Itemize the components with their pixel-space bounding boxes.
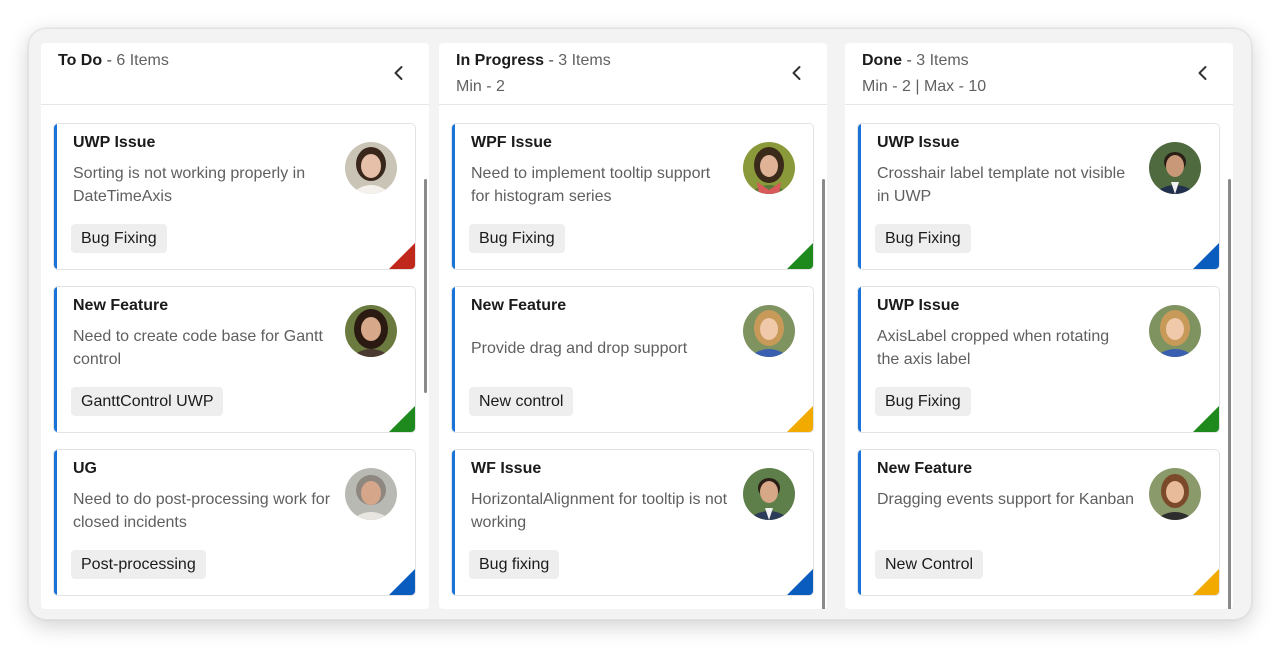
kanban-card[interactable]: WF Issue HorizontalAlignment for tooltip… [451, 449, 814, 596]
card-accent-bar [54, 124, 57, 269]
card-tag[interactable]: Bug Fixing [875, 224, 971, 253]
card-accent-bar [54, 450, 57, 595]
card-title: UWP Issue [877, 134, 960, 151]
woman-auburn-avatar [1149, 468, 1201, 520]
card-accent-bar [452, 287, 455, 432]
card-accent-bar [54, 287, 57, 432]
column-limits: Min - 2 [456, 78, 505, 95]
priority-indicator [1193, 406, 1219, 432]
card-tag[interactable]: New Control [875, 550, 984, 579]
card-accent-bar [452, 124, 455, 269]
card-description: HorizontalAlignment for tooltip is not w… [471, 491, 728, 531]
kanban-window: To Do - 6 Items UWP Issue Sorting is not… [28, 28, 1252, 620]
kanban-card[interactable]: New Feature Dragging events support for … [857, 449, 1220, 596]
kanban-board: To Do - 6 Items UWP Issue Sorting is not… [41, 43, 1241, 609]
column-title-separator: - [102, 52, 117, 69]
card-accent-bar [858, 450, 861, 595]
card-list: WPF Issue Need to implement tooltip supp… [439, 106, 827, 609]
card-accent-bar [452, 450, 455, 595]
woman-brunette-avatar [345, 142, 397, 194]
column-title-row: Done - 3 Items [862, 52, 969, 70]
card-description: Provide drag and drop support [471, 340, 688, 357]
card-tag[interactable]: Post-processing [71, 550, 206, 579]
priority-indicator [787, 569, 813, 595]
priority-indicator [1193, 569, 1219, 595]
column-title: In Progress [456, 52, 545, 69]
card-accent-bar [858, 124, 861, 269]
chevron-left-icon[interactable] [387, 61, 411, 85]
card-description: Crosshair label template not visible in … [877, 165, 1126, 205]
column-title-row: To Do - 6 Items [58, 52, 169, 70]
card-title: New Feature [471, 297, 567, 314]
woman-blonde-avatar [743, 305, 795, 357]
card-description: Sorting is not working properly in DateT… [73, 165, 306, 205]
card-tag[interactable]: Bug Fixing [71, 224, 167, 253]
column-title-separator: - [902, 52, 917, 69]
card-list: UWP Issue Sorting is not working properl… [41, 106, 429, 609]
column-item-count: 3 Items [558, 52, 611, 69]
woman-gray-hair-avatar [345, 468, 397, 520]
kanban-card[interactable]: UWP Issue Sorting is not working properl… [53, 123, 416, 270]
card-accent-bar [858, 287, 861, 432]
card-description: Need to create code base for Gantt contr… [73, 328, 323, 368]
card-title: New Feature [877, 460, 973, 477]
card-tag[interactable]: Bug Fixing [469, 224, 565, 253]
kanban-card[interactable]: WPF Issue Need to implement tooltip supp… [451, 123, 814, 270]
woman-blonde-avatar [1149, 305, 1201, 357]
card-tag[interactable]: Bug fixing [469, 550, 560, 579]
kanban-card[interactable]: UG Need to do post-processing work for c… [53, 449, 416, 596]
woman-scarf-avatar [743, 142, 795, 194]
kanban-card[interactable]: New Feature Need to create code base for… [53, 286, 416, 433]
card-title: UWP Issue [877, 297, 960, 314]
card-title: UWP Issue [73, 134, 156, 151]
column-item-count: 3 Items [916, 52, 969, 69]
priority-indicator [1193, 243, 1219, 269]
kanban-card[interactable]: New Feature Provide drag and drop suppor… [451, 286, 814, 433]
column-header: In Progress - 3 Items Min - 2 [439, 43, 827, 105]
card-tag[interactable]: GanttControl UWP [71, 387, 224, 416]
card-title: WF Issue [471, 460, 542, 477]
card-title: UG [73, 460, 97, 477]
column-header: To Do - 6 Items [41, 43, 429, 105]
vertical-scrollbar[interactable] [1228, 179, 1231, 609]
column-done: Done - 3 Items Min - 2 | Max - 10 UWP Is… [845, 43, 1233, 609]
priority-indicator [389, 569, 415, 595]
priority-indicator [389, 406, 415, 432]
card-description: Need to do post-processing work for clos… [73, 491, 331, 531]
column-title-row: In Progress - 3 Items [456, 52, 611, 70]
column-title: Done [862, 52, 902, 69]
card-title: WPF Issue [471, 134, 552, 151]
column-header: Done - 3 Items Min - 2 | Max - 10 [845, 43, 1233, 105]
card-list: UWP Issue Crosshair label template not v… [845, 106, 1233, 609]
priority-indicator [389, 243, 415, 269]
chevron-left-icon[interactable] [785, 61, 809, 85]
column-title-separator: - [544, 52, 559, 69]
card-description: Need to implement tooltip support for hi… [471, 165, 711, 205]
priority-indicator [787, 243, 813, 269]
card-title: New Feature [73, 297, 169, 314]
vertical-scrollbar[interactable] [424, 179, 427, 393]
column-in-progress: In Progress - 3 Items Min - 2 WPF Issue … [439, 43, 827, 609]
column-title: To Do [58, 52, 103, 69]
card-description: AxisLabel cropped when rotating the axis… [877, 328, 1110, 368]
man-suit-avatar [743, 468, 795, 520]
priority-indicator [787, 406, 813, 432]
column-limits: Min - 2 | Max - 10 [862, 78, 987, 95]
chevron-left-icon[interactable] [1191, 61, 1215, 85]
column-item-count: 6 Items [116, 52, 169, 69]
card-description: Dragging events support for Kanban [877, 491, 1135, 508]
vertical-scrollbar[interactable] [822, 179, 825, 609]
card-tag[interactable]: New control [469, 387, 574, 416]
man-suit-avatar [1149, 142, 1201, 194]
kanban-card[interactable]: UWP Issue Crosshair label template not v… [857, 123, 1220, 270]
kanban-card[interactable]: UWP Issue AxisLabel cropped when rotatin… [857, 286, 1220, 433]
card-tag[interactable]: Bug Fixing [875, 387, 971, 416]
woman-dark-hair-avatar [345, 305, 397, 357]
column-todo: To Do - 6 Items UWP Issue Sorting is not… [41, 43, 429, 609]
